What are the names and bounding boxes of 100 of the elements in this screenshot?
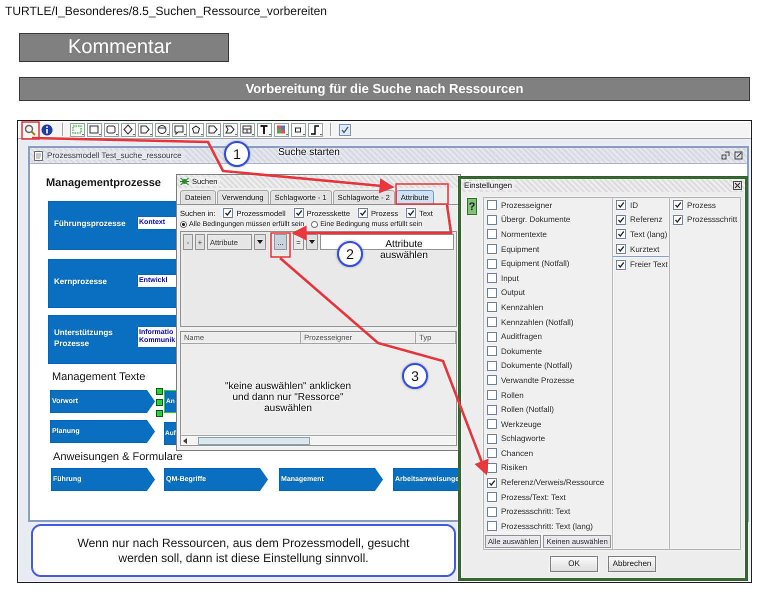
checkbox[interactable]	[487, 360, 497, 371]
checkbox[interactable]	[487, 214, 497, 225]
checkbox[interactable]	[487, 492, 497, 502]
rectangle-tool-icon[interactable]	[87, 122, 102, 136]
checkbox[interactable]	[487, 390, 497, 400]
checkbox-label: Dokumente	[501, 346, 542, 356]
table-tool-icon[interactable]	[240, 122, 255, 136]
dialog-title: Einstellungen	[464, 181, 516, 190]
image-tool-icon[interactable]	[274, 122, 289, 136]
circle-tool-icon[interactable]	[155, 122, 170, 136]
checkbox[interactable]	[487, 462, 497, 473]
checkbox[interactable]	[616, 229, 626, 240]
checkbox[interactable]	[616, 244, 626, 254]
checkbox[interactable]	[487, 521, 497, 532]
checkbox[interactable]	[487, 346, 497, 356]
pentagon-tool-icon[interactable]	[206, 122, 221, 136]
scroll-left-icon[interactable]	[183, 438, 188, 444]
checkbox[interactable]	[487, 244, 497, 254]
caret-icon	[257, 240, 263, 244]
checkbox-label: Prozessschritt: Text	[501, 507, 570, 516]
checkbox-label: Werkzeuge	[501, 420, 542, 429]
dropdown-button[interactable]	[306, 234, 318, 250]
pentagon-shape-icon[interactable]	[189, 122, 204, 136]
note-box: Wenn nur nach Ressourcen, aus dem Prozessmodell, gesucht werden soll, dann ist diese Einstellung sinnvoll.	[31, 524, 456, 577]
radio-button[interactable]	[311, 221, 318, 228]
checkbox[interactable]	[487, 317, 497, 328]
checkbox-label: Output	[501, 288, 526, 298]
checkbox-label: Prozesseigner	[501, 200, 552, 210]
close-icon[interactable]	[733, 181, 742, 190]
search-icon[interactable]	[23, 122, 38, 136]
section-heading: Management Texte	[52, 371, 146, 383]
radio-button[interactable]	[180, 221, 187, 228]
connector-tool-icon[interactable]	[308, 122, 323, 136]
checkbox[interactable]	[487, 200, 497, 210]
checkbox[interactable]	[616, 214, 626, 225]
checkbox[interactable]	[487, 273, 497, 284]
checkbox[interactable]	[487, 375, 497, 386]
checkbox-label: Dokumente (Notfall)	[501, 361, 572, 370]
checkbox-label: Input	[501, 274, 519, 283]
checkbox[interactable]	[487, 229, 497, 240]
callout-tool-icon[interactable]	[172, 122, 187, 136]
text-tool-icon[interactable]	[257, 122, 272, 136]
checkbox[interactable]	[487, 506, 497, 517]
highlight-frame	[270, 232, 291, 258]
checkbox[interactable]	[616, 200, 626, 210]
cancel-button[interactable]: Abbrechen	[608, 556, 656, 572]
maximize-icon[interactable]	[734, 151, 743, 160]
window-title: Prozessmodell Test_suche_ressource	[47, 151, 185, 160]
checkbox[interactable]	[487, 434, 497, 444]
checkbox-label: Chancen	[501, 448, 534, 458]
annotation-label: "keine auswählen" anklicken und dann nur "Ressorce" auswählen	[224, 381, 352, 414]
checkbox[interactable]	[487, 302, 497, 312]
checkbox-label: Auditfragen	[501, 332, 542, 342]
checkbox[interactable]	[487, 332, 497, 342]
checkbox-label: ID	[630, 200, 638, 210]
checkbox-label: Referenz/Verweis/Ressource	[501, 478, 604, 488]
checkbox[interactable]	[487, 258, 497, 269]
checkbox[interactable]	[673, 214, 683, 225]
checkbox[interactable]	[616, 260, 626, 270]
chevron-tool-icon[interactable]	[223, 122, 238, 136]
section-title: Vorbereitung für die Suche nach Ressourcen	[19, 77, 750, 101]
checkbox-label: Schlagworte	[501, 434, 546, 444]
checkbox-label: Equipment	[501, 244, 540, 254]
checkbox-label: Kennzahlen	[501, 302, 544, 312]
checkbox-label: Equipment (Notfall)	[501, 259, 570, 268]
checkbox[interactable]	[487, 478, 497, 488]
info-icon[interactable]	[40, 122, 55, 136]
checkbox-label: Rollen (Notfall)	[501, 405, 554, 414]
checkbox-tool-icon[interactable]	[338, 122, 353, 136]
section-heading: Anweisungen & Formulare	[53, 451, 183, 463]
highlight-frame	[395, 183, 449, 205]
small-box-icon[interactable]	[291, 122, 306, 136]
checkbox-label: Verwandte Prozesse	[501, 376, 574, 385]
checkbox[interactable]	[358, 208, 368, 218]
restore-icon[interactable]	[721, 151, 730, 160]
checkbox-label: Risiken	[501, 463, 528, 472]
checkbox[interactable]	[223, 208, 234, 218]
checkbox[interactable]	[487, 448, 497, 458]
checkbox-label: Prozessschritt	[687, 215, 738, 224]
checkbox[interactable]	[487, 404, 497, 415]
dropdown-button[interactable]	[254, 234, 266, 250]
checkbox-label: Prozess	[687, 200, 716, 210]
scrollbar[interactable]	[181, 435, 456, 445]
rounded-rectangle-icon[interactable]	[104, 122, 119, 136]
checkbox[interactable]	[406, 208, 416, 218]
ok-button[interactable]: OK	[550, 556, 598, 572]
checkbox-label: Normentexte	[501, 230, 547, 239]
checkbox[interactable]	[294, 208, 304, 218]
highlight-frame	[21, 121, 40, 140]
checkbox-label: Rollen	[501, 390, 524, 400]
breadcrumb: TURTLE/I_Besonderes/8.5_Suchen_Ressource_vorbereiten	[4, 3, 328, 19]
pentagon-tool-icon[interactable]	[138, 122, 153, 136]
checkbox-label: Freier Text	[630, 260, 668, 270]
checkbox[interactable]	[673, 200, 683, 210]
block-label: Kernprozesse	[54, 276, 108, 287]
diamond-tool-icon[interactable]	[121, 122, 136, 136]
help-button[interactable]: ?	[467, 198, 477, 215]
checkbox[interactable]	[487, 419, 497, 430]
step-number: 1	[224, 141, 250, 167]
checkbox[interactable]	[487, 288, 497, 298]
